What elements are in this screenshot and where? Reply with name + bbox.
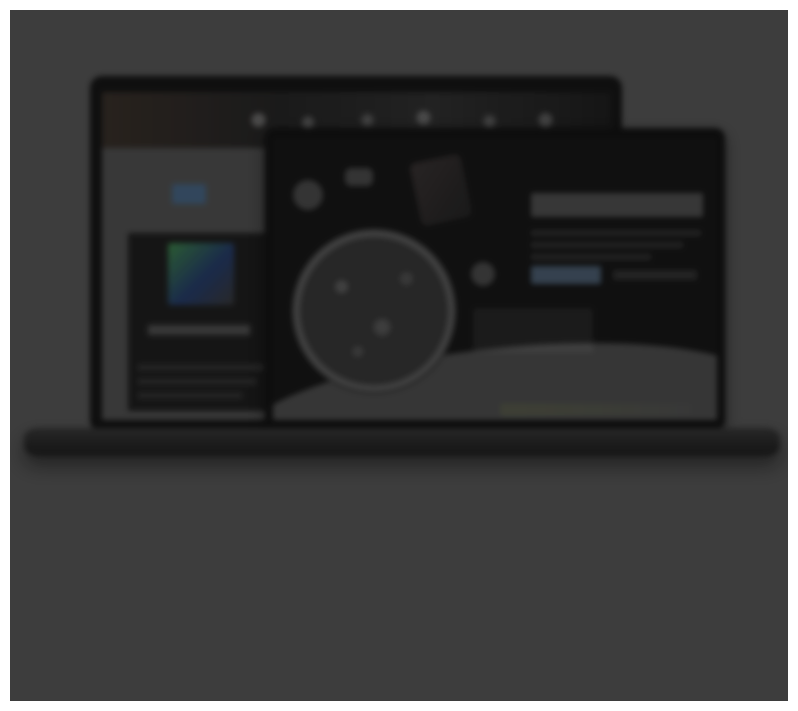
laptop-card-line [138, 379, 256, 384]
laptop-base [24, 428, 780, 456]
jar-image [408, 153, 474, 227]
laptop-card-line [138, 365, 264, 370]
blurred-mockup [10, 10, 788, 701]
spice-icon [293, 180, 323, 210]
monitor-screen [273, 138, 717, 420]
spice-icon [471, 262, 495, 286]
spice-icon [345, 168, 373, 186]
laptop-logo [172, 184, 206, 204]
bowl-image [293, 230, 455, 392]
backdrop [10, 10, 788, 701]
hero-secondary-link[interactable] [613, 270, 697, 280]
hero-subtitle-line [531, 230, 701, 236]
hero-cta-button[interactable] [531, 266, 601, 284]
laptop-card [128, 233, 276, 411]
hero-subtitle-line [531, 242, 683, 248]
hero-subtitle-line [531, 254, 651, 260]
hero-title [531, 193, 703, 217]
laptop-card-caption [148, 325, 250, 335]
laptop-card-line [138, 393, 242, 398]
hero-note-block [473, 308, 593, 352]
footer-strip [501, 404, 691, 416]
laptop-card-image [168, 243, 234, 305]
